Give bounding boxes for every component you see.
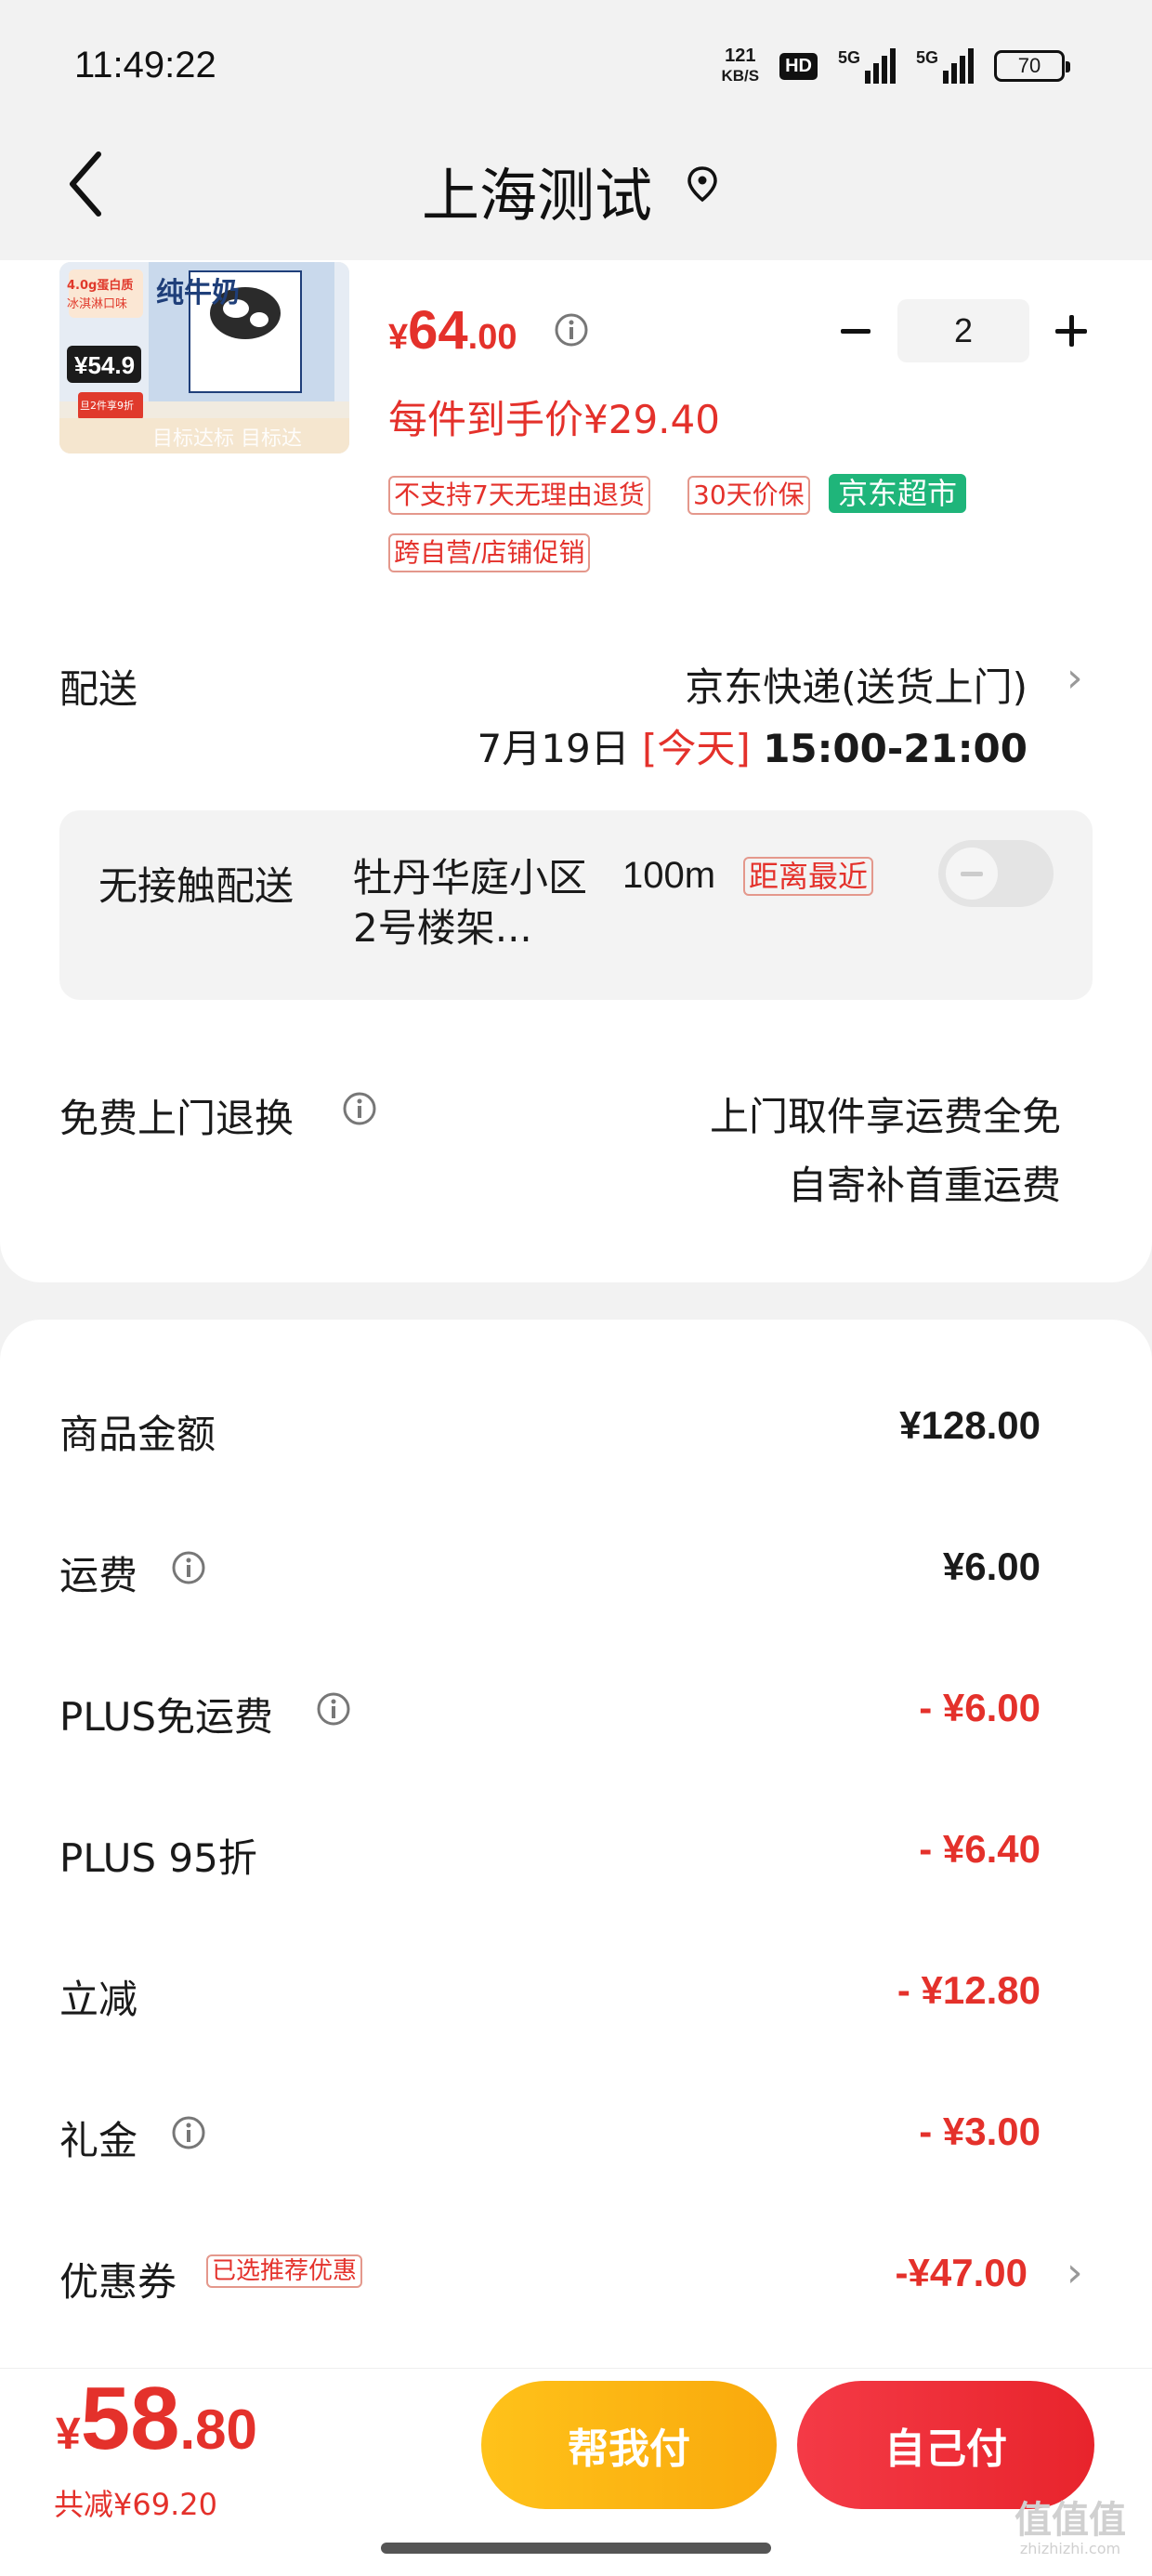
watermark: 值值值 zhizhizhi.com <box>1015 2500 1126 2557</box>
product-protein-text: 4.0g蛋白质 <box>67 279 134 293</box>
network-speed: 121 KB/S <box>721 46 759 85</box>
tag-price-protect: 30天价保 <box>687 476 810 515</box>
price-currency: ¥ <box>388 318 409 357</box>
product-footer-text: 目标达标 目标达 <box>152 427 302 451</box>
fee-label: 运费 <box>59 1553 138 1598</box>
total-int: 58 <box>80 2369 180 2468</box>
unit-price: 每件到手价¥29.40 <box>388 397 720 442</box>
delivery-date: 7月19日 <box>477 726 630 771</box>
fee-value[interactable]: -¥47.00 <box>896 2251 1028 2295</box>
delivery-hours: 15:00-21:00 <box>763 726 1028 771</box>
total-currency: ¥ <box>56 2410 81 2459</box>
contactless-toggle[interactable] <box>938 840 1054 907</box>
contactless-distance: 100m <box>622 855 716 896</box>
battery-icon: 70 <box>994 50 1070 82</box>
location-pin-icon[interactable] <box>686 165 719 203</box>
total-price: ¥58.80 <box>56 2368 257 2470</box>
contactless-label: 无接触配送 <box>98 863 295 909</box>
fee-label: 礼金 <box>59 2118 138 2163</box>
chevron-left-icon <box>70 151 101 217</box>
toggle-knob <box>946 848 998 900</box>
total-dec: .80 <box>179 2399 257 2461</box>
info-icon[interactable] <box>171 2115 206 2150</box>
page-title: 上海测试 <box>422 162 653 230</box>
tag-no-return: 不支持7天无理由退货 <box>388 476 650 515</box>
info-icon[interactable] <box>316 1691 351 1727</box>
fee-value: ¥128.00 <box>899 1403 1041 1447</box>
status-icons: 121 KB/S HD 5G 5G 70 <box>721 46 1070 85</box>
total-saved: 共减¥69.20 <box>54 2487 217 2522</box>
quantity-increase-button[interactable] <box>1048 305 1094 357</box>
signal-label: 5G <box>837 48 860 67</box>
delivery-today: [今天] <box>642 726 751 771</box>
product-image[interactable]: 纯牛奶 4.0g蛋白质 冰淇淋口味 ¥54.9 旦2件享9折 目标达标 目标达 <box>59 262 349 453</box>
product-badge-price: ¥54.9 <box>74 351 136 379</box>
return-info-line1: 上门取件享运费全免 <box>709 1094 1061 1139</box>
fee-value: - ¥3.00 <box>919 2109 1041 2153</box>
delivery-time[interactable]: 7月19日 [今天] 15:00-21:00 <box>478 717 1028 774</box>
fee-label: PLUS免运费 <box>59 1694 274 1740</box>
help-me-pay-button[interactable]: 帮我付 <box>481 2381 777 2509</box>
network-speed-unit: KB/S <box>721 67 760 85</box>
price-dec: .00 <box>467 318 517 357</box>
nearest-tag: 距离最近 <box>743 857 874 896</box>
product-badge-price-value: 54.9 <box>87 351 136 379</box>
product-price: ¥64.00 <box>388 299 517 361</box>
product-promo-text: 旦2件享9折 <box>80 400 134 412</box>
fee-label: PLUS 95折 <box>59 1835 257 1881</box>
chevron-right-icon[interactable]: › <box>1067 654 1083 702</box>
contactless-address[interactable]: 牡丹华庭小区2号楼架... <box>353 853 595 953</box>
fee-value: ¥6.00 <box>942 1544 1041 1588</box>
status-time: 11:49:22 <box>74 45 216 85</box>
fee-label: 立减 <box>59 1977 138 2022</box>
fee-label: 商品金额 <box>59 1412 216 1457</box>
fee-label: 优惠券 <box>59 2259 177 2305</box>
coupon-recommended-tag: 已选推荐优惠 <box>206 2254 363 2288</box>
hd-voice-icon: HD <box>779 52 818 80</box>
fee-value: - ¥6.00 <box>919 1686 1041 1729</box>
quantity-input[interactable]: 2 <box>897 299 1029 362</box>
quantity-decrease-button[interactable] <box>832 305 879 357</box>
network-speed-value: 121 <box>725 46 756 66</box>
info-icon[interactable] <box>171 1550 206 1585</box>
free-return-label: 免费上门退换 <box>59 1096 295 1141</box>
home-indicator[interactable] <box>381 2543 771 2554</box>
watermark-main: 值值值 <box>1015 2499 1126 2542</box>
tag-jd-supermarket: 京东超市 <box>829 474 967 513</box>
return-info-line2: 自寄补首重运费 <box>787 1163 1061 1208</box>
tag-cross-promo: 跨自营/店铺促销 <box>388 533 591 572</box>
minus-icon <box>841 328 871 334</box>
chevron-right-icon[interactable]: › <box>1067 2249 1083 2296</box>
signal-icon-2: 5G <box>916 48 974 84</box>
product-flavor-text: 冰淇淋口味 <box>67 297 128 311</box>
delivery-method[interactable]: 京东快递(送货上门) <box>685 656 1028 713</box>
info-icon[interactable] <box>342 1091 377 1126</box>
pay-myself-button[interactable]: 自己付 <box>797 2381 1094 2509</box>
info-icon[interactable] <box>554 312 589 348</box>
back-button[interactable] <box>58 147 113 221</box>
signal-label-2: 5G <box>915 48 938 67</box>
delivery-label: 配送 <box>59 666 138 712</box>
watermark-sub: zhizhizhi.com <box>1019 2540 1121 2557</box>
product-brand-text: 纯牛奶 <box>156 277 240 309</box>
price-int: 64 <box>408 300 468 361</box>
fee-value: - ¥6.40 <box>919 1827 1041 1871</box>
fee-value: - ¥12.80 <box>897 1968 1041 2012</box>
signal-icon: 5G <box>838 48 896 84</box>
